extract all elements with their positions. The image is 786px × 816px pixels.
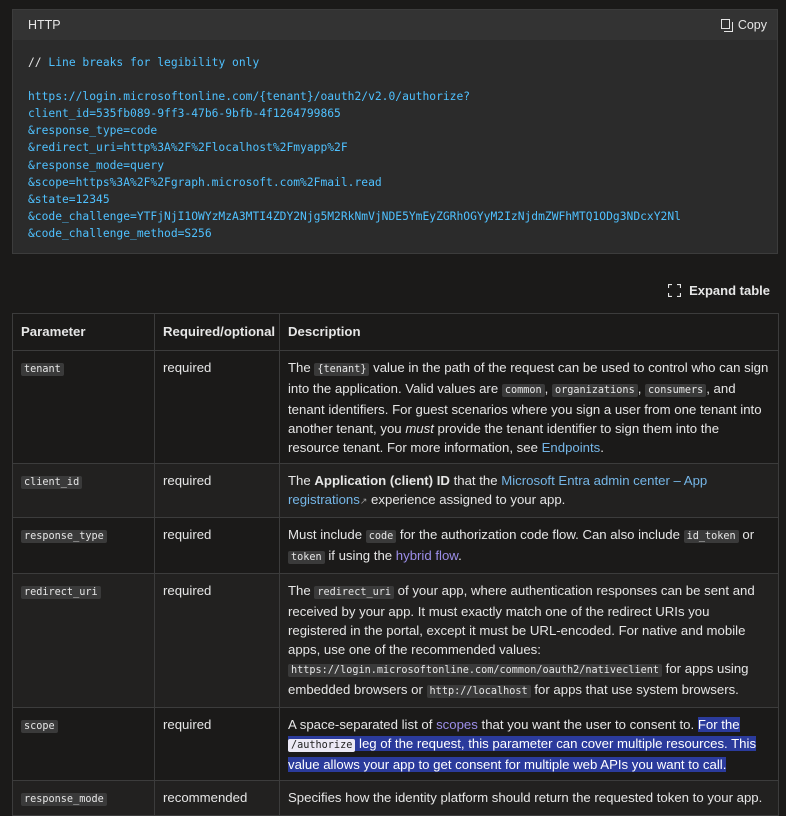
param-description: The {tenant} value in the path of the re… (279, 350, 779, 464)
param-required: required (154, 517, 280, 574)
table-row-tenant: tenant required The {tenant} value in th… (12, 350, 779, 464)
code-line: &scope=https%3A%2F%2Fgraph.microsoft.com… (28, 175, 382, 189)
table-header-row: Parameter Required/optional Description (12, 313, 779, 351)
param-description: The redirect_uri of your app, where auth… (279, 573, 779, 708)
code-line: &code_challenge=YTFjNjI1OWYzMzA3MTI4ZDY2… (28, 209, 681, 223)
code-comment: Line breaks for legibility only (41, 56, 260, 69)
param-name: scope (21, 720, 58, 733)
param-name: client_id (21, 476, 83, 489)
param-name: tenant (21, 363, 64, 376)
param-description: Specifies how the identity platform shou… (279, 780, 779, 816)
param-required: required (154, 707, 280, 781)
code-line: https://login.microsoftonline.com/{tenan… (28, 90, 471, 104)
code-line: &response_mode=query (28, 158, 165, 172)
endpoints-link[interactable]: Endpoints (542, 440, 601, 455)
scopes-link[interactable]: scopes (436, 717, 478, 732)
code-line: &state=12345 (28, 192, 110, 206)
param-description: The Application (client) ID that the Mic… (279, 463, 779, 518)
parameters-table: Parameter Required/optional Description … (12, 313, 779, 816)
table-row-client-id: client_id required The Application (clie… (12, 463, 779, 518)
param-required: required (154, 573, 280, 708)
param-required: recommended (154, 780, 280, 816)
code-line: &response_type=code (28, 124, 158, 138)
code-comment-slashes: // (28, 56, 42, 69)
expand-table-label: Expand table (689, 283, 770, 298)
table-row-scope: scope required A space-separated list of… (12, 707, 779, 781)
param-required: required (154, 350, 280, 464)
column-header-description: Description (279, 313, 779, 351)
expand-icon (668, 284, 682, 297)
copy-icon (720, 18, 733, 32)
code-block-header: HTTP Copy (13, 10, 777, 40)
param-name: response_type (21, 530, 107, 543)
hybrid-flow-link[interactable]: hybrid flow (396, 548, 458, 563)
param-required: required (154, 463, 280, 518)
param-description: Must include code for the authorization … (279, 517, 779, 574)
code-line: client_id=535fb089-9ff3-47b6-9bfb-4f1264… (28, 107, 341, 121)
code-block: HTTP Copy // Line breaks for legibility … (12, 9, 778, 254)
code-language-label: HTTP (28, 18, 61, 32)
table-row-response-type: response_type required Must include code… (12, 517, 779, 574)
code-content: // Line breaks for legibility only https… (13, 40, 777, 242)
code-line: &code_challenge_method=S256 (28, 226, 212, 240)
column-header-parameter: Parameter (12, 313, 155, 351)
table-row-redirect-uri: redirect_uri required The redirect_uri o… (12, 573, 779, 708)
param-name: response_mode (21, 793, 107, 806)
expand-table-button[interactable]: Expand table (668, 283, 770, 298)
table-row-response-mode: response_mode recommended Specifies how … (12, 780, 779, 816)
column-header-required: Required/optional (154, 313, 280, 351)
copy-button[interactable]: Copy (720, 18, 767, 32)
code-line: &redirect_uri=http%3A%2F%2Flocalhost%2Fm… (28, 141, 348, 155)
param-name: redirect_uri (21, 586, 101, 599)
param-description: A space-separated list of scopes that yo… (279, 707, 779, 781)
copy-button-label: Copy (737, 18, 767, 32)
